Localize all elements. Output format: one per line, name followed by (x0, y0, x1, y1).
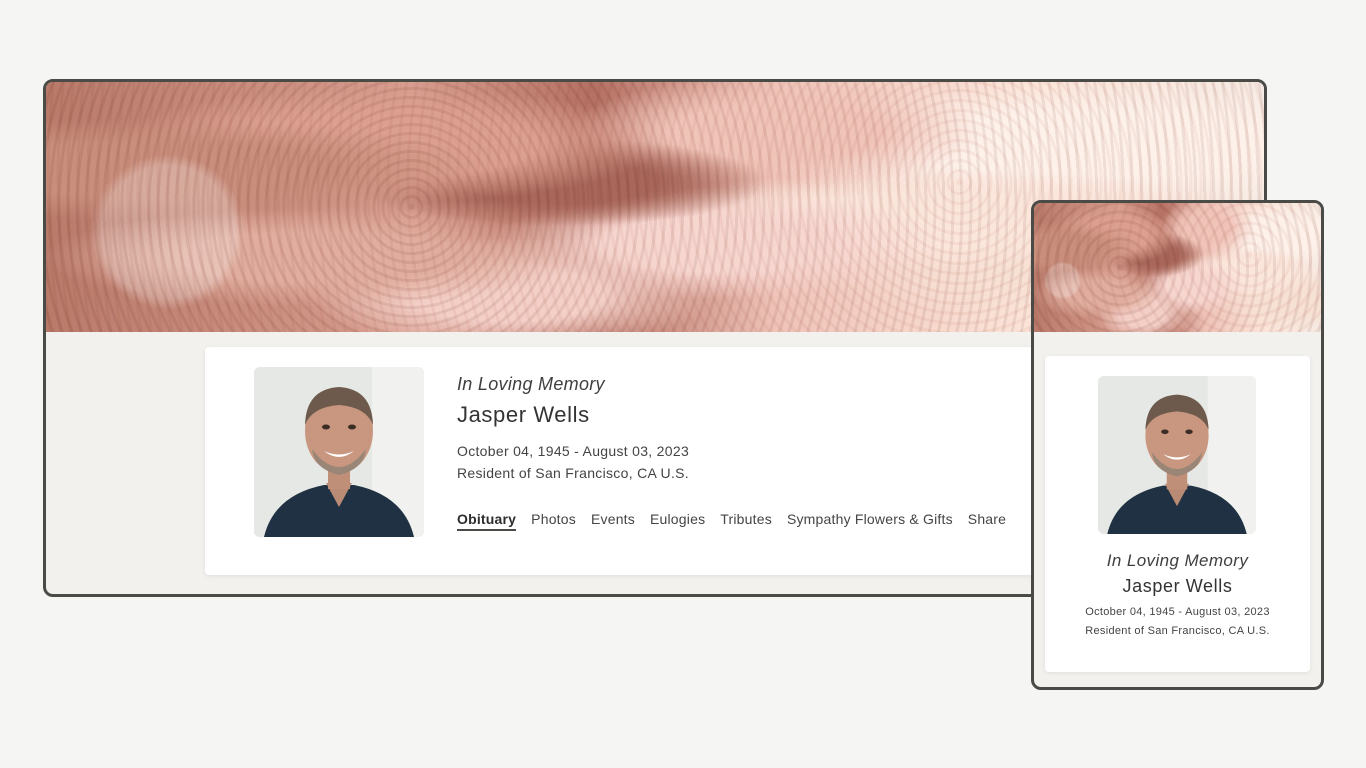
floral-banner-image (1034, 203, 1321, 332)
memorial-header-card: In Loving Memory Jasper Wells October 04… (205, 347, 1105, 575)
portrait-man-icon (254, 367, 424, 537)
life-dates: October 04, 1945 - August 03, 2023 (1085, 606, 1270, 618)
mobile-mockup-frame: In Loving Memory Jasper Wells October 04… (1031, 200, 1324, 690)
deceased-name: Jasper Wells (1122, 576, 1233, 596)
in-loving-memory-label: In Loving Memory (457, 374, 605, 394)
portrait-photo (1098, 376, 1256, 534)
tab-eulogies[interactable]: Eulogies (650, 511, 705, 531)
life-dates: October 04, 1945 - August 03, 2023 (457, 443, 690, 459)
tab-obituary[interactable]: Obituary (457, 511, 517, 531)
residence-text: Resident of San Francisco, CA U.S. (1085, 625, 1270, 637)
in-loving-memory-label: In Loving Memory (1106, 551, 1249, 570)
deceased-name: Jasper Wells (457, 402, 590, 427)
residence-text: Resident of San Francisco, CA U.S. (457, 465, 689, 481)
portrait-man-icon (1098, 376, 1256, 534)
portrait-photo (254, 367, 424, 537)
tab-tributes[interactable]: Tributes (720, 511, 772, 531)
tab-events[interactable]: Events (591, 511, 635, 531)
tab-photos[interactable]: Photos (531, 511, 576, 531)
memorial-tabs: Obituary Photos Events Eulogies Tributes… (457, 511, 1006, 531)
tab-share[interactable]: Share (968, 511, 1006, 531)
memorial-header-card-mobile: In Loving Memory Jasper Wells October 04… (1045, 356, 1310, 672)
tab-sympathy-flowers-gifts[interactable]: Sympathy Flowers & Gifts (787, 511, 953, 531)
